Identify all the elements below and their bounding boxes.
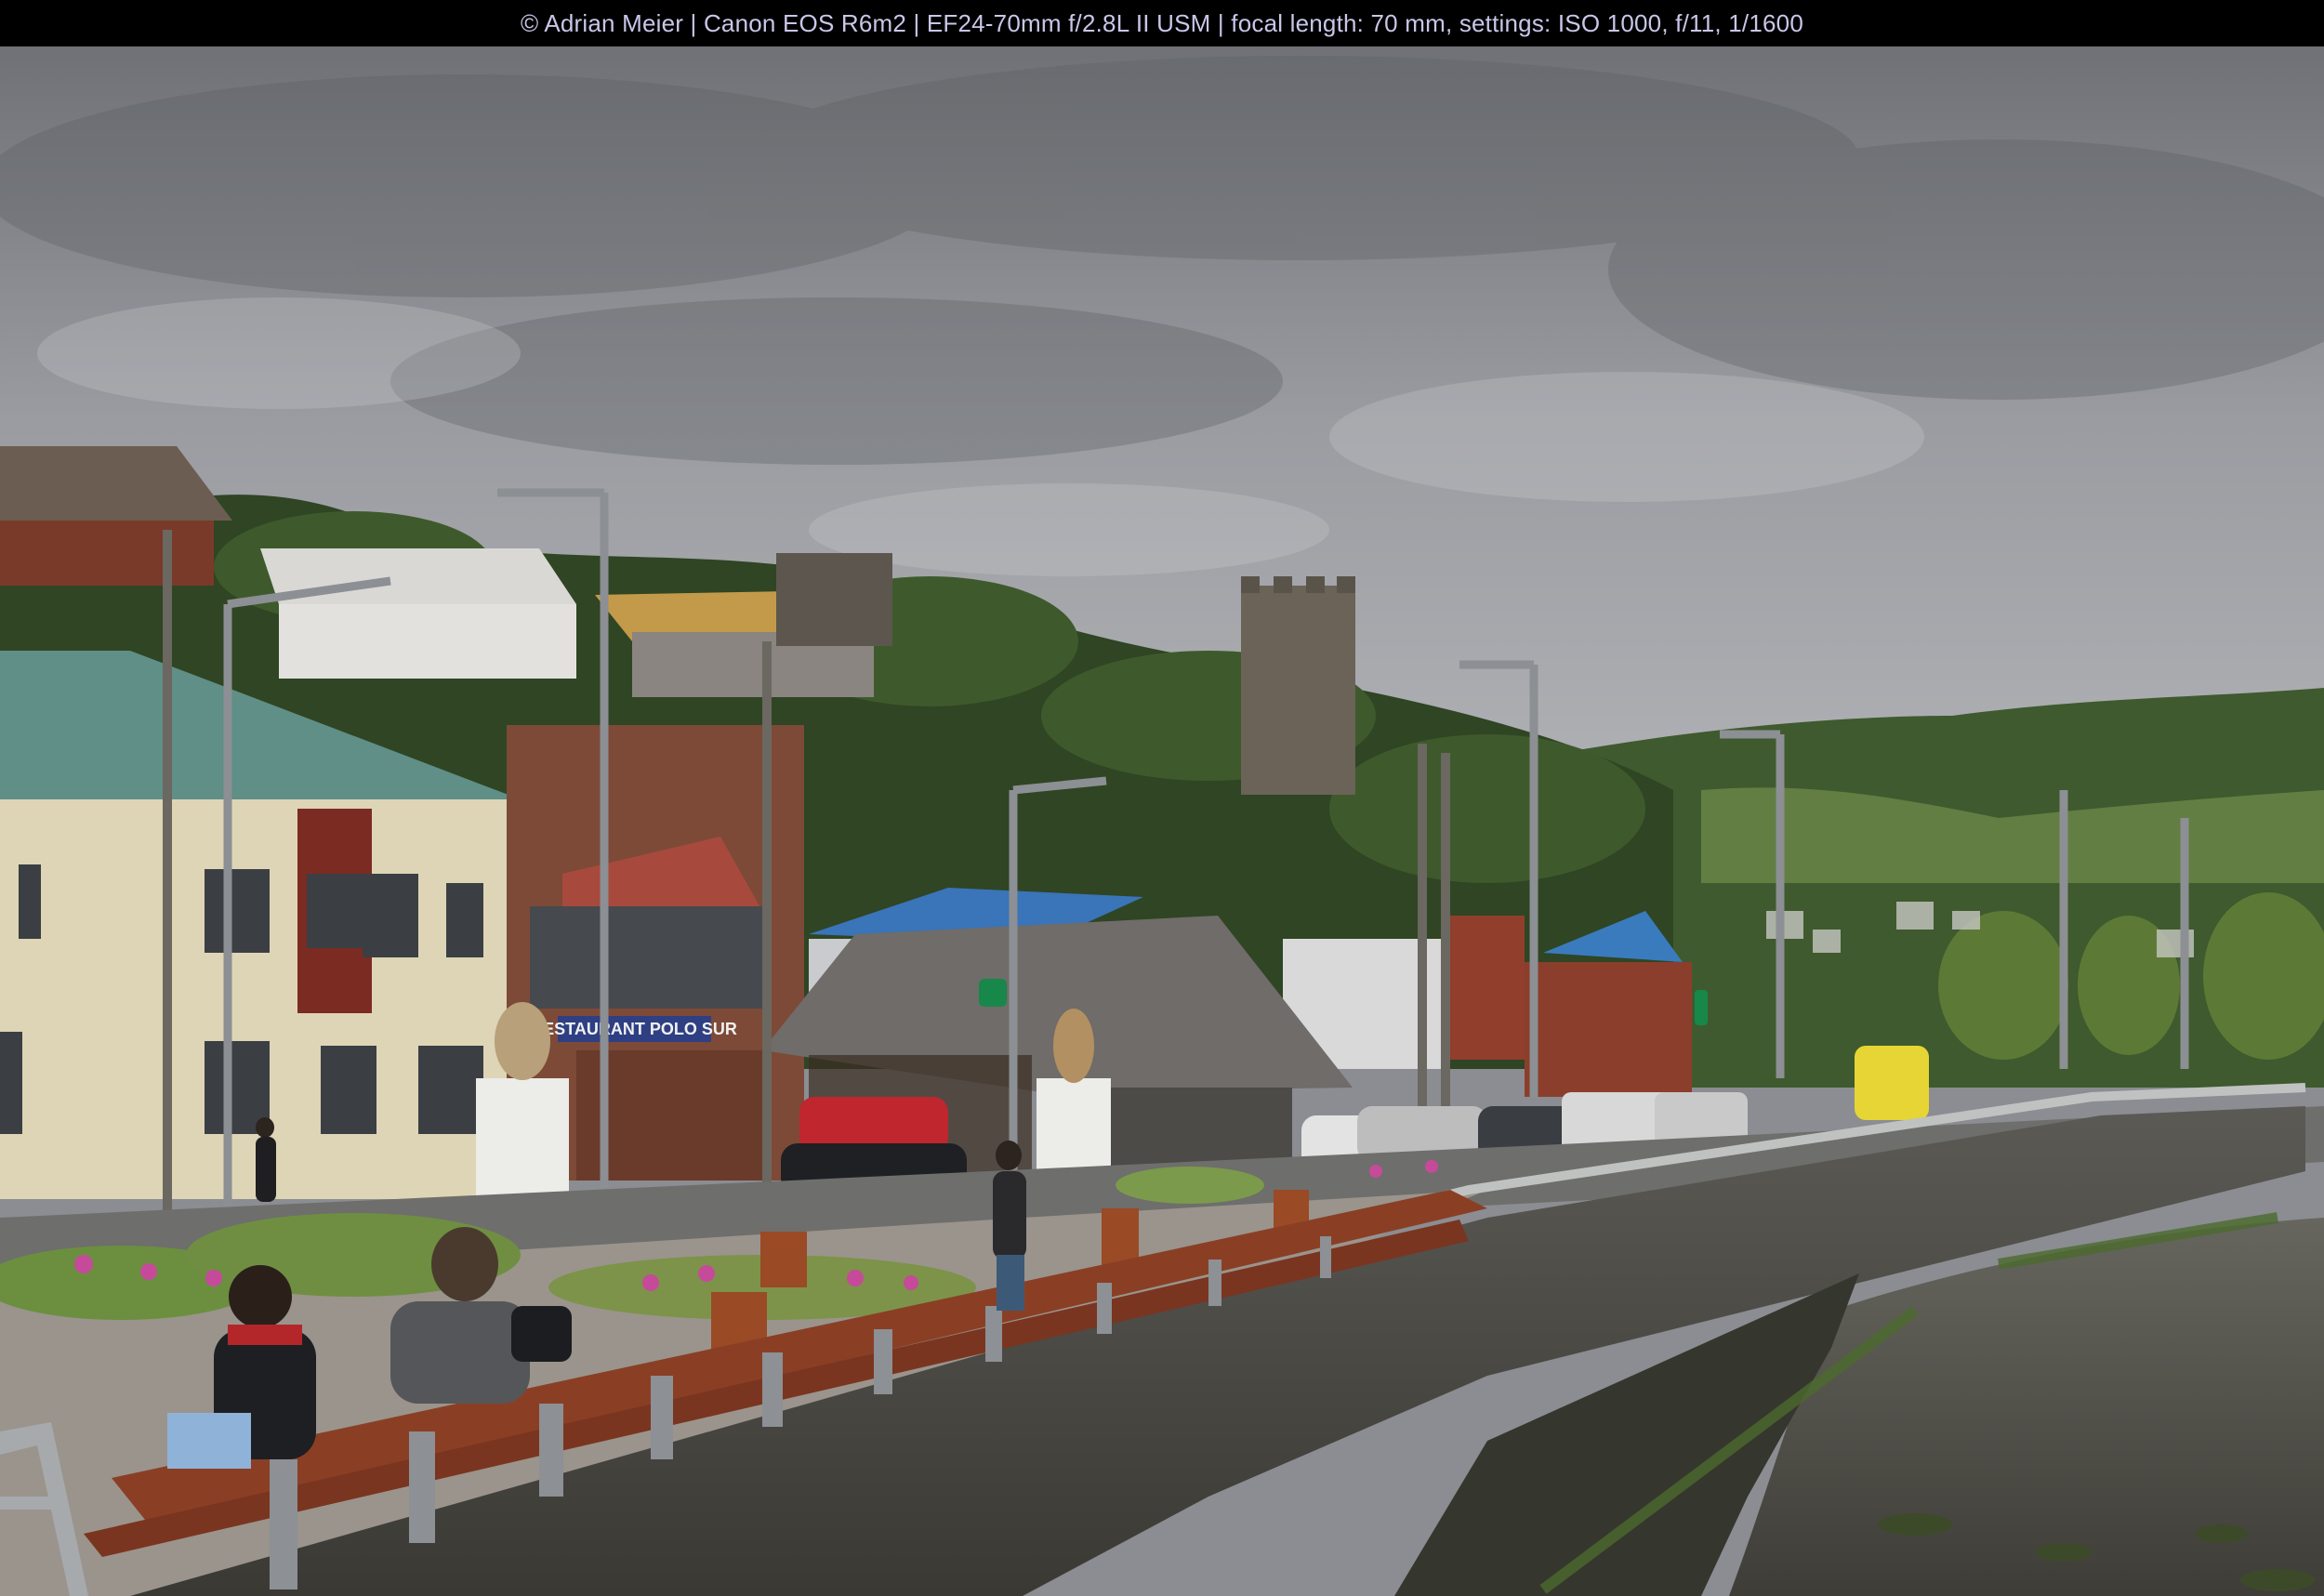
restaurant-sign: RESTAURANT POLO SUR [531,1020,737,1038]
bust-left [495,1002,550,1080]
photograph: RESTAURANT POLO SUR [0,46,2324,1596]
photo-caption: © Adrian Meier | Canon EOS R6m2 | EF24-7… [521,8,1803,37]
pedestrian-far-left [256,1117,276,1202]
yellow-ambulance [1855,1046,1929,1120]
direction-sign-right [1695,990,1708,1025]
bust-right [1053,1009,1094,1083]
castle-wall [776,553,892,646]
caption-bar: © Adrian Meier | Canon EOS R6m2 | EF24-7… [0,0,2324,46]
direction-sign [979,979,1007,1007]
photo-scene: RESTAURANT POLO SUR [0,46,2324,1596]
palm-trees [1938,892,2324,1060]
stone-tower [1241,586,1355,795]
